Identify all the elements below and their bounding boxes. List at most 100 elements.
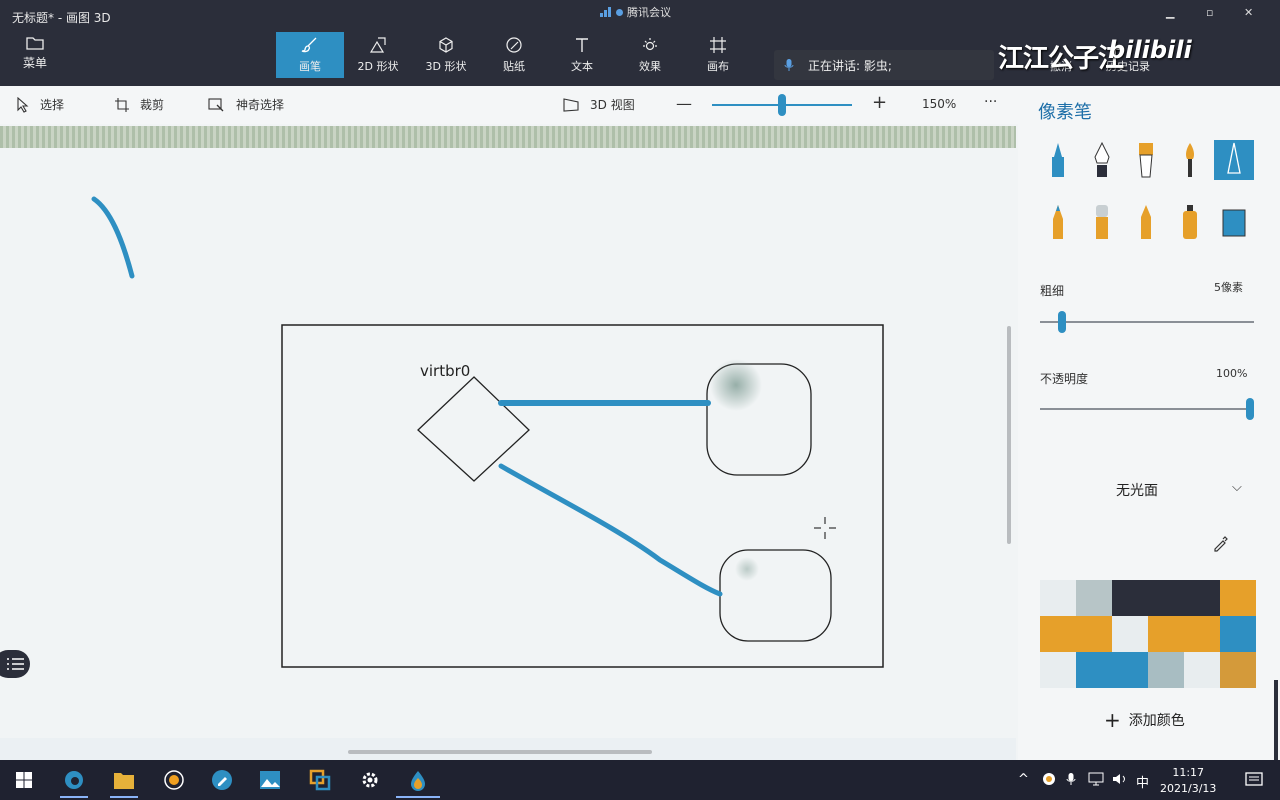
brush-fill[interactable] [1214, 202, 1254, 242]
move-cursor-icon [814, 517, 836, 539]
tray-volume-icon[interactable] [1112, 772, 1128, 790]
color-swatch[interactable] [1148, 580, 1184, 616]
clock-time: 11:17 [1172, 766, 1205, 779]
calligraphy-pen-icon [1094, 141, 1110, 177]
3d-view-button[interactable]: 3D 视图 [562, 96, 635, 113]
photos-taskbar-icon[interactable] [256, 766, 284, 794]
oil-brush-icon [1139, 143, 1153, 178]
eraser-icon [1096, 205, 1108, 239]
more-options-button[interactable]: ··· [984, 94, 997, 110]
color-swatch[interactable] [1184, 616, 1220, 652]
thickness-slider-track[interactable] [1040, 321, 1254, 323]
thickness-label: 粗细 [1040, 284, 1065, 298]
canvas-top-strip [0, 126, 1016, 148]
brush-oil[interactable] [1126, 140, 1166, 180]
brush-watercolor[interactable] [1170, 140, 1210, 180]
marker-icon [1052, 143, 1064, 177]
color-swatch[interactable] [1184, 652, 1220, 688]
crop-label: 裁剪 [140, 98, 165, 112]
paint3d-taskbar-icon[interactable] [404, 766, 432, 794]
color-swatch[interactable] [1148, 616, 1184, 652]
brush-pixel-pen[interactable] [1214, 140, 1254, 180]
tray-microphone-icon[interactable] [1066, 772, 1076, 790]
brush-stroke-curve [91, 196, 135, 279]
bilibili-watermark: 江江公子江 bilibili [998, 8, 1192, 84]
color-swatch[interactable] [1220, 616, 1256, 652]
pixel-pen-icon [1227, 142, 1241, 174]
crayon-icon [1141, 205, 1151, 239]
color-swatch[interactable] [1148, 652, 1184, 688]
brush-panel: 像素笔 粗细 5像素 不透明度 100% 无光面 ⌵ + 添加颜色 [1018, 86, 1280, 760]
close-button[interactable]: ✕ [1244, 6, 1253, 19]
color-swatch[interactable] [1184, 580, 1220, 616]
eyedropper-icon[interactable] [1212, 534, 1230, 556]
editor-taskbar-icon[interactable] [208, 766, 236, 794]
color-swatch[interactable] [1220, 652, 1256, 688]
color-swatch[interactable] [1040, 616, 1076, 652]
color-swatch[interactable] [1076, 616, 1112, 652]
tray-network-icon[interactable] [1088, 772, 1104, 790]
brush-spray-can[interactable] [1170, 202, 1210, 242]
thickness-slider-thumb[interactable] [1057, 311, 1066, 333]
spray-can-icon [1183, 205, 1197, 239]
color-swatch[interactable] [1040, 580, 1076, 616]
tray-overflow-icon[interactable]: ^ [1018, 772, 1029, 787]
windows-icon [16, 772, 32, 788]
magic-select-tool[interactable]: 神奇选择 [208, 96, 284, 113]
crop-tool[interactable]: 裁剪 [114, 96, 164, 113]
opacity-value: 100% [1216, 367, 1248, 380]
color-swatch[interactable] [1112, 652, 1148, 688]
add-color-button[interactable]: + 添加颜色 [1104, 708, 1185, 732]
color-swatch[interactable] [1112, 616, 1148, 652]
horizontal-scrollbar[interactable] [348, 750, 652, 754]
color-swatch[interactable] [1220, 580, 1256, 616]
color-swatch[interactable] [1040, 652, 1076, 688]
zoom-percent: 150% [922, 97, 957, 111]
watermark-name: 江江公子江 [998, 44, 1124, 74]
vmware-taskbar-icon[interactable] [306, 766, 334, 794]
finish-dropdown[interactable]: 无光面 [1116, 480, 1158, 500]
brush-eraser[interactable] [1082, 202, 1122, 242]
file-explorer-taskbar-icon[interactable] [110, 766, 138, 794]
add-color-label: 添加颜色 [1128, 713, 1185, 729]
select-tool[interactable]: 选择 [16, 96, 64, 113]
brush-marker[interactable] [1038, 140, 1078, 180]
diamond-shape [417, 376, 530, 482]
spray-mark-bottom [735, 557, 759, 581]
color-swatch[interactable] [1076, 580, 1112, 616]
zoom-slider-thumb[interactable] [778, 94, 786, 116]
taskbar-clock[interactable]: 11:17 2021/3/13 [1160, 765, 1216, 797]
opacity-slider-track[interactable] [1040, 408, 1254, 410]
list-toggle-button[interactable] [0, 650, 30, 678]
settings-taskbar-icon[interactable] [356, 766, 384, 794]
color-swatch[interactable] [1112, 580, 1148, 616]
list-icon [7, 658, 24, 670]
opacity-slider-thumb[interactable] [1246, 398, 1254, 420]
edge-taskbar-icon[interactable] [60, 766, 88, 794]
crop-icon [115, 97, 129, 112]
zoom-out-button[interactable]: — [676, 94, 692, 113]
color-swatch[interactable] [1076, 652, 1112, 688]
vertical-scrollbar[interactable] [1007, 326, 1011, 544]
canvas-frame [281, 324, 884, 668]
magic-select-label: 神奇选择 [236, 98, 285, 112]
minimize-button[interactable]: ▁ [1166, 6, 1174, 19]
select-label: 选择 [40, 98, 65, 112]
edge-running-indicator [60, 796, 88, 798]
brush-pencil[interactable] [1038, 202, 1078, 242]
watermark-brand: bilibili [1108, 36, 1192, 64]
brush-calligraphy-pen[interactable] [1082, 140, 1122, 180]
restore-button[interactable]: ▫ [1206, 6, 1213, 19]
tray-app-icon[interactable] [1042, 772, 1056, 790]
notifications-icon[interactable] [1240, 766, 1268, 794]
color-swatches [1040, 580, 1256, 688]
start-button[interactable] [10, 766, 38, 794]
media-taskbar-icon[interactable] [160, 766, 188, 794]
zoom-in-button[interactable]: + [872, 92, 887, 113]
brush-crayon[interactable] [1126, 202, 1166, 242]
watercolor-icon [1186, 143, 1194, 177]
chevron-down-icon[interactable]: ⌵ [1232, 480, 1242, 495]
explorer-running-indicator [110, 796, 138, 798]
tray-language[interactable]: 中 [1136, 772, 1149, 791]
3d-view-label: 3D 视图 [590, 98, 635, 112]
